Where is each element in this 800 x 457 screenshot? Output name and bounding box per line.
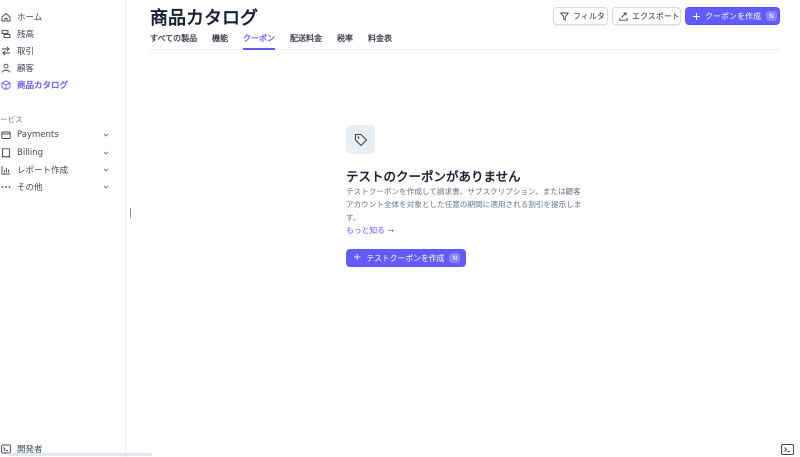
- filter-button[interactable]: フィルタ: [553, 7, 608, 25]
- chevron-down-icon: [102, 166, 110, 174]
- billing-icon: [1, 148, 11, 158]
- tab-tax-rates[interactable]: 税率: [337, 33, 353, 50]
- export-button[interactable]: エクスポート: [612, 7, 681, 25]
- sidebar-item-reports[interactable]: レポート作成: [0, 162, 120, 178]
- terminal-toggle-button[interactable]: [781, 444, 794, 455]
- transactions-icon: [1, 46, 11, 56]
- sidebar-item-label: 取引: [17, 47, 35, 57]
- keyboard-shortcut-badge: N: [766, 11, 777, 21]
- sidebar-item-payments[interactable]: Payments: [0, 127, 120, 143]
- plus-icon: +: [353, 252, 362, 263]
- sidebar-item-product-catalog[interactable]: 商品カタログ: [0, 77, 120, 93]
- sidebar-resize-handle[interactable]: [130, 208, 131, 218]
- filter-button-label: フィルタ: [573, 11, 605, 21]
- tab-coupons[interactable]: クーポン: [243, 33, 275, 50]
- empty-state-title: テストのクーポンがありません: [346, 169, 521, 184]
- chevron-down-icon: [102, 131, 110, 139]
- sidebar-item-label: 残高: [17, 30, 35, 40]
- reports-icon: [1, 165, 11, 175]
- page-title: 商品カタログ: [150, 8, 258, 29]
- empty-state-description: テストクーポンを作成して請求書、サブスクリプション、または顧客アカウント全体を対…: [346, 187, 582, 222]
- tab-features[interactable]: 機能: [212, 33, 228, 50]
- customer-icon: [1, 63, 11, 73]
- sidebar-item-transactions[interactable]: 取引: [0, 43, 120, 59]
- sidebar-item-home[interactable]: ホーム: [0, 9, 120, 25]
- sidebar-item-label: レポート作成: [17, 166, 69, 176]
- sidebar-item-billing[interactable]: Billing: [0, 145, 120, 161]
- more-icon: [1, 182, 11, 192]
- tab-pricing-tables[interactable]: 料金表: [368, 33, 392, 50]
- create-test-coupon-button-label: テストクーポンを作成: [366, 253, 445, 263]
- sidebar-item-label: 商品カタログ: [17, 81, 69, 91]
- home-icon: [1, 12, 11, 22]
- export-icon: [619, 12, 628, 21]
- sidebar-item-balance[interactable]: 残高: [0, 26, 120, 42]
- sidebar-item-label: Payments: [17, 130, 59, 140]
- sidebar-item-label: その他: [17, 183, 43, 193]
- tab-bar: すべての製品 機能 クーポン 配送料金 税率 料金表: [150, 29, 780, 50]
- sidebar-item-label: Billing: [17, 148, 44, 158]
- filter-icon: [560, 12, 569, 21]
- create-coupon-button[interactable]: クーポンを作成 N: [685, 7, 780, 25]
- create-coupon-button-label: クーポンを作成: [705, 11, 761, 21]
- tab-shipping-rates[interactable]: 配送料金: [290, 33, 322, 50]
- keyboard-shortcut-badge: N: [449, 253, 461, 263]
- payments-icon: [1, 130, 11, 140]
- balance-icon: [1, 29, 11, 39]
- create-test-coupon-button[interactable]: + テストクーポンを作成 N: [346, 249, 466, 267]
- export-button-label: エクスポート: [632, 11, 680, 21]
- chevron-down-icon: [102, 149, 110, 157]
- terminal-icon: [784, 447, 790, 452]
- tab-all-products[interactable]: すべての製品: [150, 33, 197, 50]
- sidebar-item-label: ホーム: [17, 13, 43, 23]
- sidebar-item-more[interactable]: その他: [0, 179, 120, 195]
- sidebar: ホーム 残高 取引 顧客 商品カタログ ービス Payments Billing…: [0, 0, 152, 457]
- sidebar-item-label: 顧客: [17, 64, 35, 74]
- tag-icon: [346, 125, 375, 154]
- horizontal-scrollbar[interactable]: [8, 453, 152, 456]
- chevron-down-icon: [102, 183, 110, 191]
- product-icon: [1, 80, 11, 90]
- learn-more-link[interactable]: もっと知る →: [346, 225, 394, 236]
- sidebar-section-label: ービス: [0, 115, 23, 124]
- plus-icon: [692, 12, 701, 21]
- sidebar-item-customers[interactable]: 顧客: [0, 60, 120, 76]
